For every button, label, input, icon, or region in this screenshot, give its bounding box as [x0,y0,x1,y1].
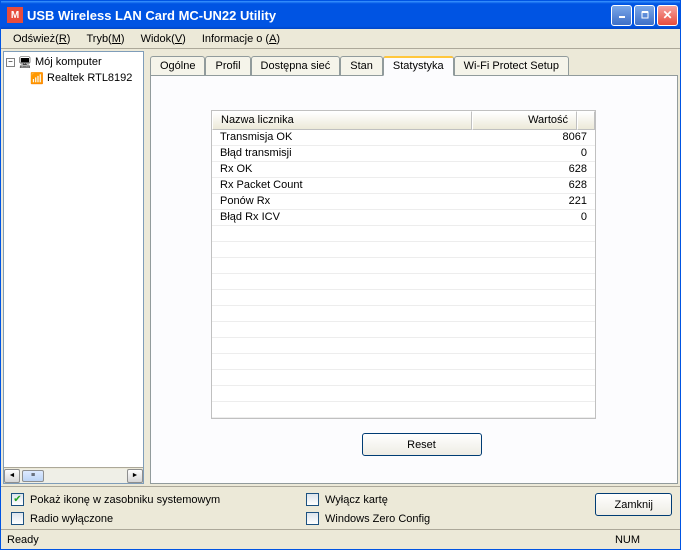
table-row-empty [212,338,595,354]
table-row[interactable]: Błąd transmisji0 [212,146,595,162]
status-num: NUM [615,534,680,546]
checkbox-icon[interactable] [306,493,319,506]
tree-adapter[interactable]: 📶 Realtek RTL8192 [6,70,141,86]
table-row-empty [212,274,595,290]
tab-panel-statistics: Nazwa licznika Wartość Transmisja OK8067… [150,75,678,484]
opt-disable-card[interactable]: Wyłącz kartę [306,493,526,506]
collapse-icon[interactable]: − [6,58,15,67]
tab-statistics[interactable]: Statystyka [383,56,454,76]
tab-general[interactable]: Ogólne [150,56,205,75]
adapter-icon: 📶 [30,71,44,85]
tab-available-network[interactable]: Dostępna sieć [251,56,341,75]
table-row[interactable]: Błąd Rx ICV0 [212,210,595,226]
menu-mode[interactable]: Tryb(M) [78,31,132,47]
col-value[interactable]: Wartość [472,111,577,130]
tab-profile[interactable]: Profil [205,56,250,75]
window-title: USB Wireless LAN Card MC-UN22 Utility [27,8,611,23]
cell-value: 0 [472,210,595,225]
table-row-empty [212,242,595,258]
table-row-empty [212,290,595,306]
minimize-button[interactable] [611,5,632,26]
table-row-empty [212,386,595,402]
opt-tray-icon[interactable]: ✔Pokaż ikonę w zasobniku systemowym [11,493,306,506]
maximize-button[interactable] [634,5,655,26]
computer-icon: 🖥 [18,55,32,69]
bottom-options: ✔Pokaż ikonę w zasobniku systemowym Radi… [1,486,680,529]
app-window: M USB Wireless LAN Card MC-UN22 Utility … [0,0,681,550]
table-row[interactable]: Ponów Rx221 [212,194,595,210]
status-text: Ready [1,532,45,548]
tree-adapter-label: Realtek RTL8192 [47,72,132,84]
tree-root[interactable]: − 🖥 Mój komputer [6,54,141,70]
cell-value: 628 [472,178,595,193]
cell-name: Transmisja OK [212,130,472,145]
body-area: − 🖥 Mój komputer 📶 Realtek RTL8192 ◄ ≡ ►… [1,49,680,486]
cell-value: 628 [472,162,595,177]
statusbar: Ready NUM [1,529,680,549]
scroll-thumb[interactable]: ≡ [22,470,44,482]
menubar: Odśwież(R) Tryb(M) Widok(V) Informacje o… [1,29,680,49]
cell-name: Rx OK [212,162,472,177]
cell-name: Ponów Rx [212,194,472,209]
tree-pane: − 🖥 Mój komputer 📶 Realtek RTL8192 ◄ ≡ ► [3,51,144,484]
cell-name: Rx Packet Count [212,178,472,193]
cell-name: Błąd transmisji [212,146,472,161]
menu-refresh[interactable]: Odśwież(R) [5,31,78,47]
opt-radio-off[interactable]: Radio wyłączone [11,512,306,525]
tab-wps[interactable]: Wi-Fi Protect Setup [454,56,569,75]
right-pane: Ogólne Profil Dostępna sieć Stan Statyst… [144,49,680,486]
opt-wzc[interactable]: Windows Zero Config [306,512,526,525]
checkbox-icon[interactable]: ✔ [11,493,24,506]
checkbox-icon[interactable] [11,512,24,525]
col-spacer [577,111,595,130]
stats-table: Nazwa licznika Wartość Transmisja OK8067… [211,110,596,419]
titlebar[interactable]: M USB Wireless LAN Card MC-UN22 Utility … [1,1,680,29]
table-row-empty [212,370,595,386]
reset-button[interactable]: Reset [362,433,482,456]
horizontal-scrollbar[interactable]: ◄ ≡ ► [4,467,143,483]
scroll-right-button[interactable]: ► [127,469,143,483]
app-icon: M [7,7,23,23]
table-row[interactable]: Rx Packet Count628 [212,178,595,194]
scroll-left-button[interactable]: ◄ [4,469,20,483]
table-row-empty [212,354,595,370]
tree-root-label: Mój komputer [35,56,102,68]
checkbox-icon[interactable] [306,512,319,525]
cell-name: Błąd Rx ICV [212,210,472,225]
tab-status[interactable]: Stan [340,56,383,75]
cell-value: 221 [472,194,595,209]
table-row[interactable]: Transmisja OK8067 [212,130,595,146]
table-row-empty [212,402,595,418]
table-row-empty [212,306,595,322]
close-button[interactable]: ✕ [657,5,678,26]
menu-view[interactable]: Widok(V) [133,31,194,47]
cell-value: 0 [472,146,595,161]
table-body: Transmisja OK8067Błąd transmisji0Rx OK62… [212,130,595,418]
table-row[interactable]: Rx OK628 [212,162,595,178]
table-row-empty [212,322,595,338]
scroll-track[interactable]: ≡ [20,469,127,483]
col-name[interactable]: Nazwa licznika [212,111,472,130]
close-app-button[interactable]: Zamknij [595,493,672,516]
table-row-empty [212,226,595,242]
menu-about[interactable]: Informacje o (A) [194,31,288,47]
table-row-empty [212,258,595,274]
cell-value: 8067 [472,130,595,145]
tabs: Ogólne Profil Dostępna sieć Stan Statyst… [150,54,678,75]
